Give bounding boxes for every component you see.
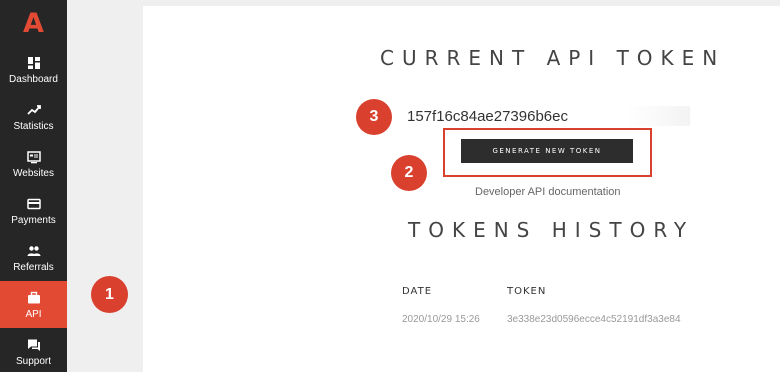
payments-icon [26, 196, 42, 212]
sidebar-item-label: Dashboard [9, 73, 58, 85]
sidebar-item-label: Statistics [13, 120, 54, 132]
history-date-cell: 2020/10/29 15:26 [402, 314, 480, 325]
sidebar-item-dashboard[interactable]: Dashboard [0, 46, 67, 93]
sidebar: A Dashboard Statistics Websites Payments… [0, 0, 67, 372]
sidebar-item-label: Websites [13, 167, 54, 179]
sidebar-item-referrals[interactable]: Referrals [0, 234, 67, 281]
history-token-cell: 3e338e23d0596ecce4c52191df3a3e84 [507, 314, 681, 325]
logo-letter: A [23, 7, 44, 39]
api-docs-link[interactable]: Developer API documentation [475, 186, 621, 198]
sidebar-item-label: Referrals [13, 261, 54, 273]
support-icon [26, 337, 42, 353]
brand-logo[interactable]: A [0, 0, 67, 46]
sidebar-item-websites[interactable]: Websites [0, 140, 67, 187]
dashboard-icon [26, 55, 42, 71]
tokens-history-title: TOKENS HISTORY [408, 218, 695, 242]
sidebar-item-label: API [25, 308, 42, 320]
step-badge-1: 1 [91, 276, 128, 313]
sidebar-item-statistics[interactable]: Statistics [0, 93, 67, 140]
sidebar-item-payments[interactable]: Payments [0, 187, 67, 234]
sidebar-item-api[interactable]: API [0, 281, 67, 328]
referrals-icon [26, 243, 42, 259]
table-header-date: DATE [402, 286, 433, 297]
step-badge-2: 2 [391, 155, 427, 191]
token-redaction [600, 106, 690, 126]
sidebar-item-label: Payments [11, 214, 56, 226]
api-icon [26, 290, 42, 306]
current-token-title: CURRENT API TOKEN [380, 46, 726, 70]
generate-token-button[interactable]: GENERATE NEW TOKEN [461, 139, 633, 163]
websites-icon [26, 149, 42, 165]
statistics-icon [26, 102, 42, 118]
sidebar-item-support[interactable]: Support [0, 328, 67, 372]
table-header-token: TOKEN [507, 286, 547, 297]
sidebar-item-label: Support [15, 355, 52, 367]
step-badge-3: 3 [356, 99, 392, 135]
